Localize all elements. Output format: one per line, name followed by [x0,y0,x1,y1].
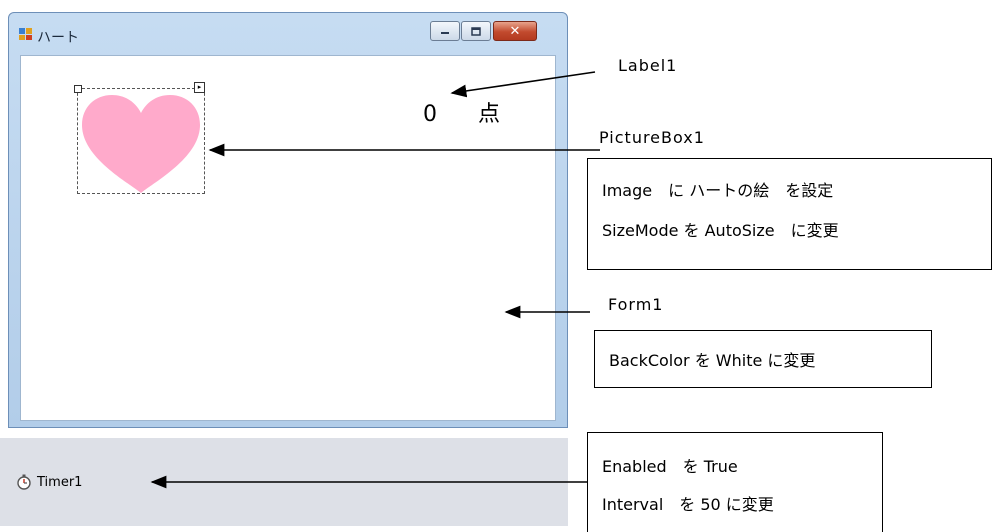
form1-callout: Form1 [608,295,664,314]
form1-note: BackColor を White に変更 [594,330,932,388]
form1-note-line1: BackColor を White に変更 [609,351,816,370]
picturebox1-note: Image に ハートの絵 を設定 SizeMode を AutoSize に変… [587,158,992,270]
picturebox1-note-line2: SizeMode を AutoSize に変更 [602,221,839,240]
label1-arrow [450,71,596,98]
picturebox1-callout: PictureBox1 [599,128,705,147]
timer1-note-line1: Enabled を True [602,457,738,476]
picturebox1-note-line1: Image に ハートの絵 を設定 [602,181,834,200]
label1-callout: Label1 [618,56,678,75]
timer1-note-line2: Interval を 50 に変更 [602,495,774,514]
timer1-note: Enabled を True Interval を 50 に変更 [587,432,883,532]
